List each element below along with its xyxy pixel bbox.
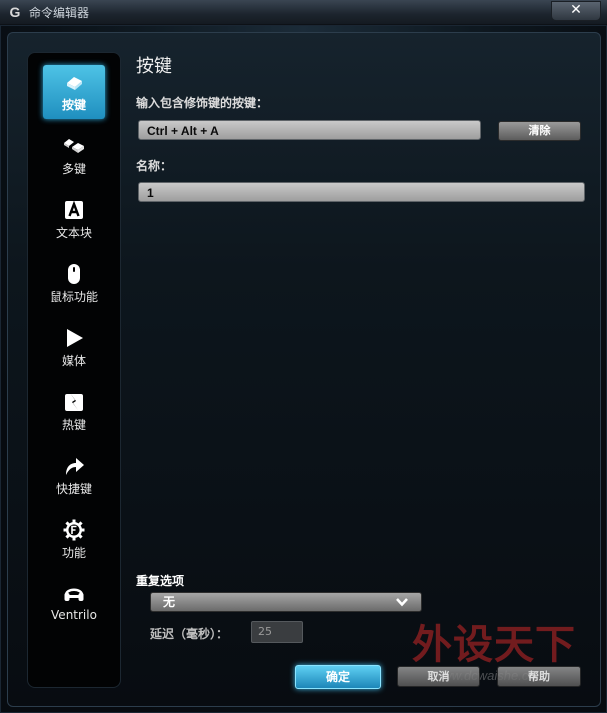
help-button[interactable]: 帮助 — [497, 666, 581, 687]
logitech-logo-icon: G — [9, 4, 21, 20]
watermark-text: 外设天下 — [412, 622, 576, 668]
chevron-down-icon — [396, 598, 408, 607]
close-button[interactable]: ✕ — [551, 1, 601, 21]
cancel-button[interactable]: 取消 — [397, 666, 480, 687]
repeat-options-label: 重复选项 — [136, 574, 185, 588]
keystroke-input[interactable]: Ctrl + Alt + A — [138, 120, 481, 140]
shortcut-arrow-icon — [66, 458, 84, 475]
sidebar-item-text-block[interactable]: 文本块 — [43, 193, 105, 247]
ok-button[interactable]: 确定 — [295, 665, 381, 689]
sidebar-item-label: 快捷键 — [55, 482, 92, 496]
repeat-options-select[interactable]: 无 — [150, 592, 422, 612]
delay-input: 25 — [251, 621, 303, 643]
repeat-selected-value: 无 — [163, 595, 176, 609]
sidebar-item-mouse[interactable]: 鼠标功能 — [43, 257, 105, 311]
function-gear-icon — [63, 519, 85, 541]
sidebar-item-label: 按键 — [61, 98, 86, 112]
page-title: 按键 — [136, 56, 172, 77]
name-label: 名称： — [136, 159, 173, 173]
sidebar-item-keystroke[interactable]: 按键 — [43, 65, 105, 119]
sidebar-item-multikey[interactable]: 多键 — [43, 129, 105, 183]
sidebar-item-label: 多键 — [61, 162, 86, 176]
name-input[interactable]: 1 — [138, 182, 585, 202]
sidebar-item-label: 文本块 — [55, 226, 92, 240]
command-type-sidebar: 按键 多键 文本块 鼠标功能 媒体 热键 快捷键 功能 Ventrilo — [27, 52, 121, 688]
sidebar-item-function[interactable]: 功能 — [43, 513, 105, 567]
sidebar-item-label: 功能 — [61, 546, 86, 560]
sidebar-item-media[interactable]: 媒体 — [43, 321, 105, 375]
window-titlebar: G 命令编辑器 ✕ — [0, 0, 607, 25]
delay-label: 延迟（毫秒）： — [150, 627, 229, 641]
clear-button[interactable]: 清除 — [498, 121, 581, 141]
sidebar-item-hotkey[interactable]: 热键 — [43, 385, 105, 439]
play-icon — [67, 329, 83, 347]
text-block-icon — [65, 200, 83, 219]
sidebar-item-label: 热键 — [61, 418, 86, 432]
keystroke-label: 输入包含修饰键的按键： — [136, 96, 269, 110]
mouse-icon — [68, 264, 80, 284]
sidebar-item-ventrilo[interactable]: Ventrilo — [43, 577, 105, 631]
keycap-icon — [67, 77, 82, 90]
sidebar-item-label: Ventrilo — [51, 608, 97, 622]
multi-key-icon — [64, 139, 84, 153]
window-title: 命令编辑器 — [29, 6, 90, 20]
sidebar-item-label: 鼠标功能 — [49, 290, 98, 304]
headset-icon — [64, 588, 84, 601]
sidebar-item-label: 媒体 — [61, 354, 86, 368]
hotkey-icon — [65, 393, 83, 411]
sidebar-item-shortcut[interactable]: 快捷键 — [43, 449, 105, 503]
